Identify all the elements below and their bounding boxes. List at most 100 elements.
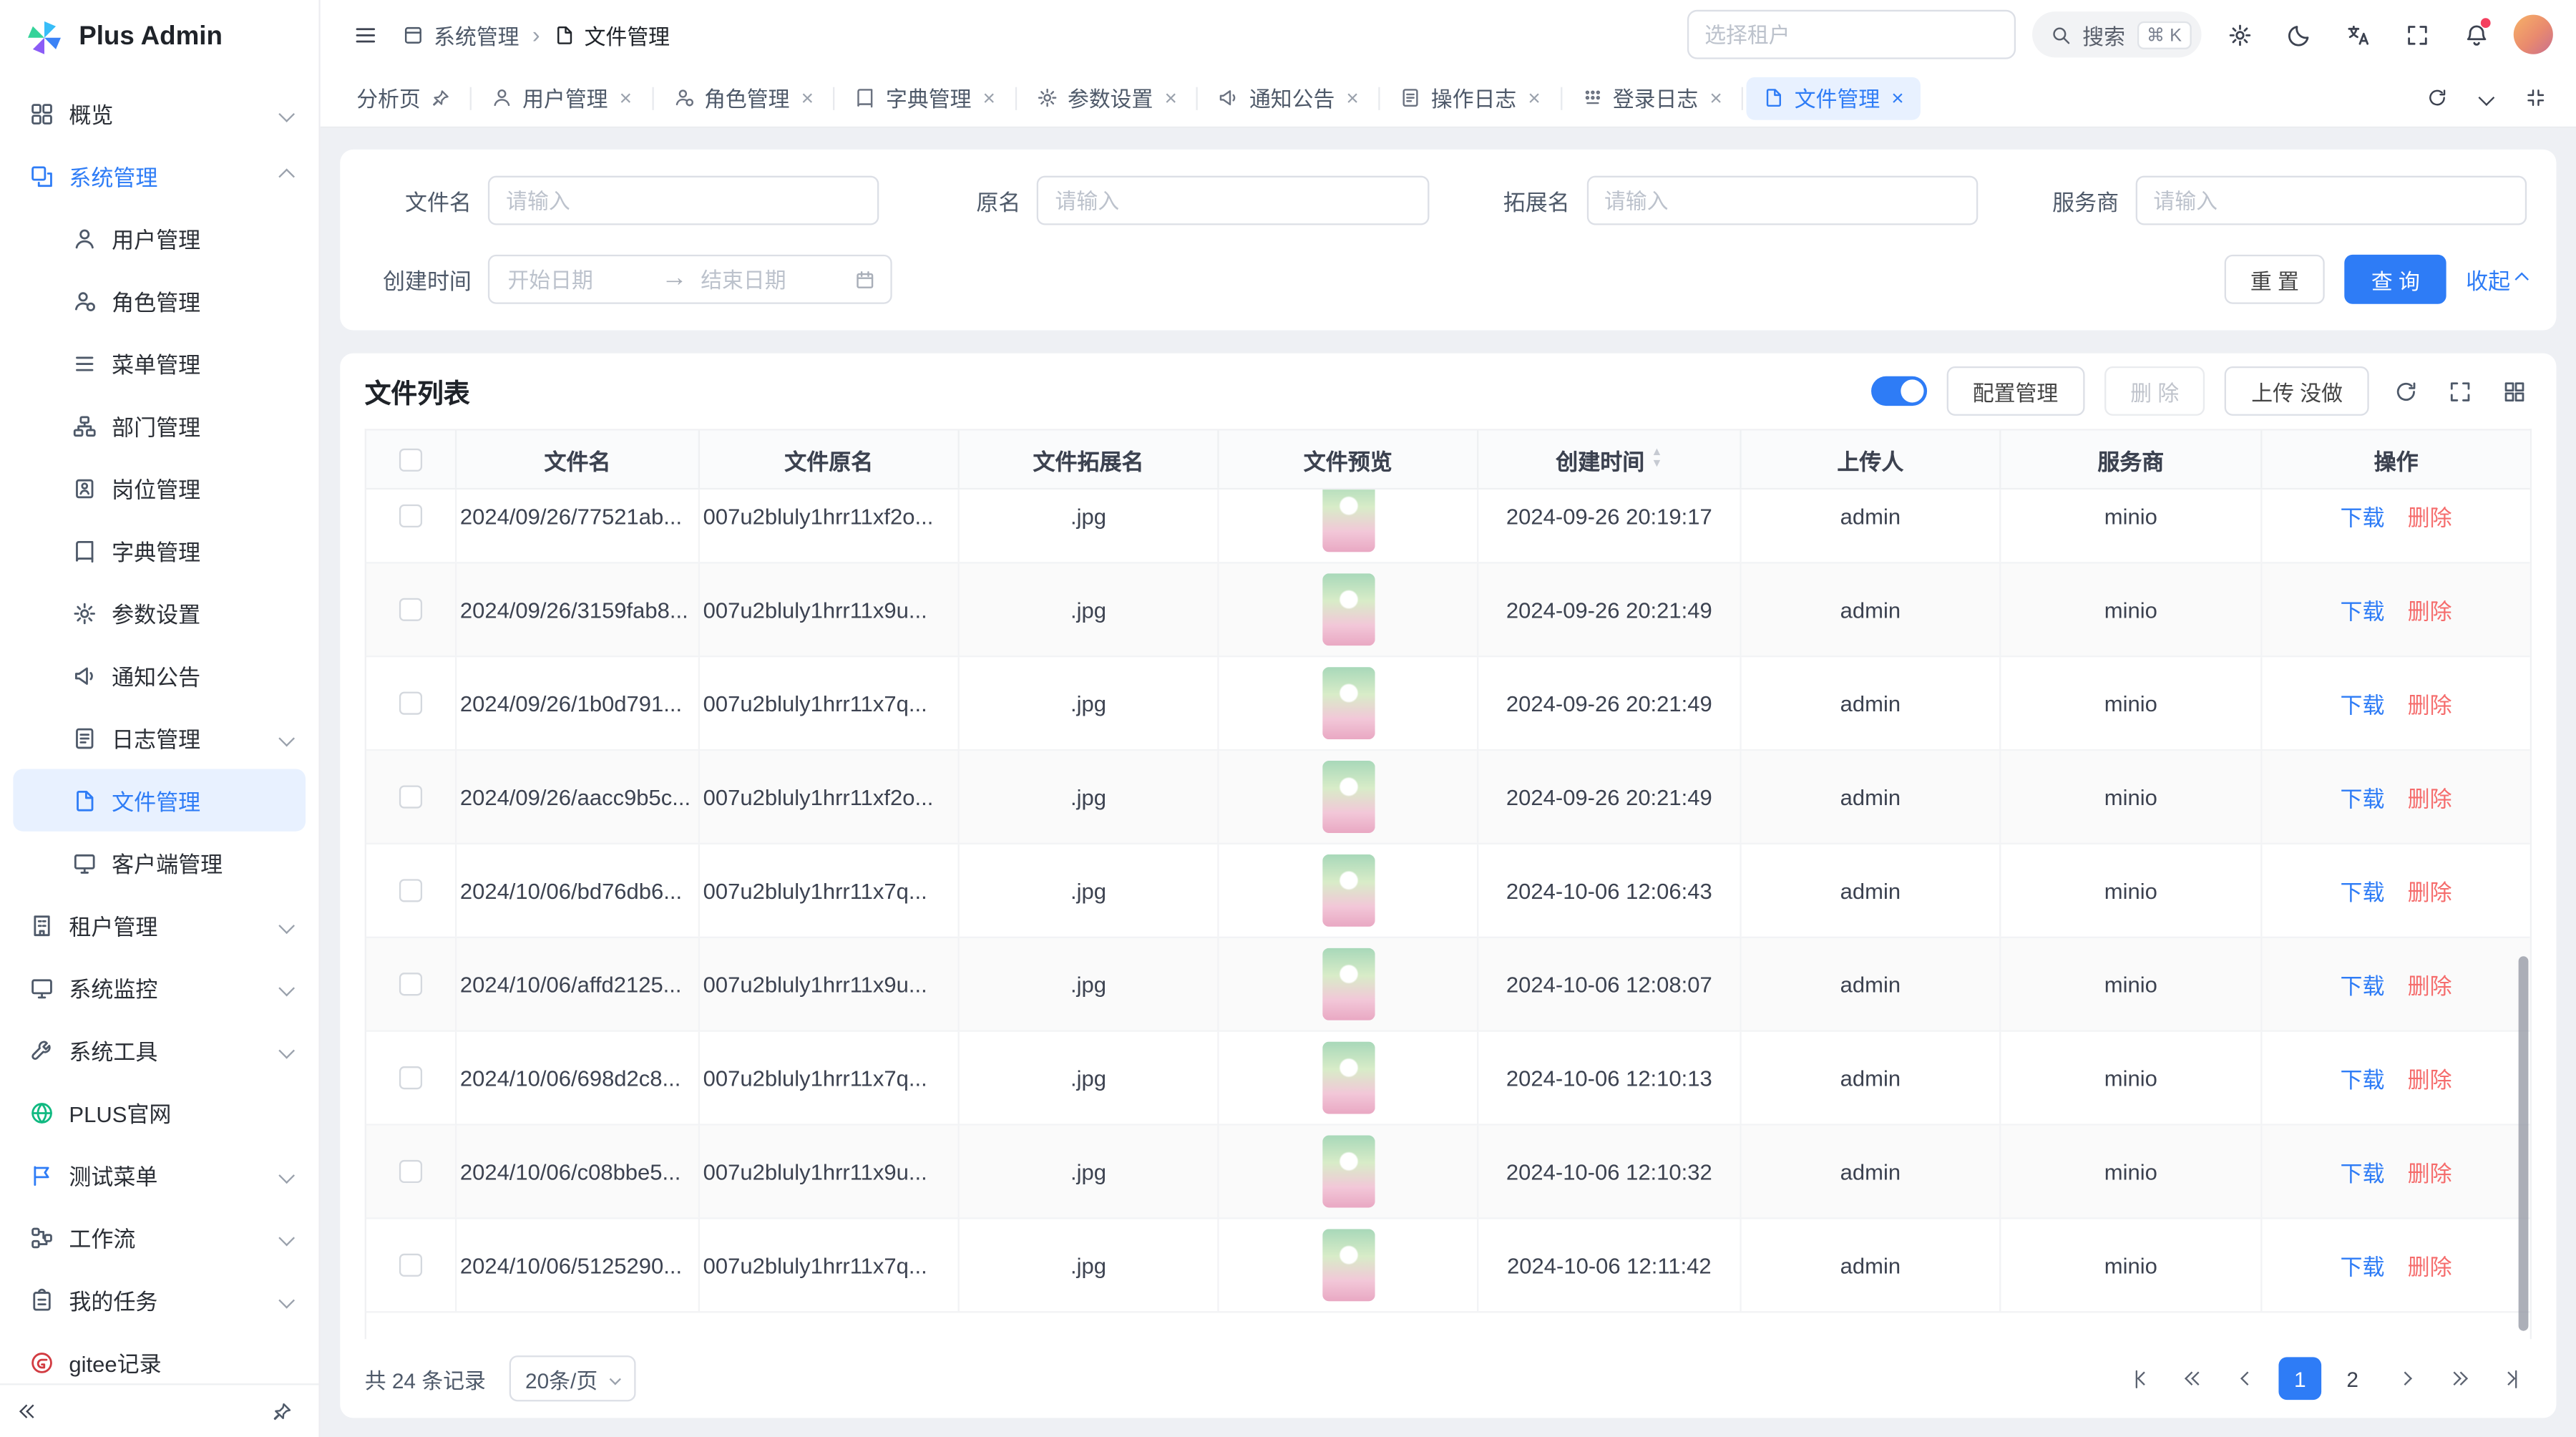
- collapse-sidebar-button[interactable]: [21, 1406, 38, 1416]
- sidebar-item-tools[interactable]: 系统工具: [0, 1018, 318, 1081]
- delete-link[interactable]: 删除: [2408, 593, 2452, 626]
- batch-delete-button[interactable]: 删 除: [2104, 366, 2205, 416]
- delete-link[interactable]: 删除: [2408, 874, 2452, 907]
- close-icon[interactable]: [983, 87, 995, 109]
- delete-link[interactable]: 删除: [2408, 1061, 2452, 1094]
- download-link[interactable]: 下载: [2341, 1061, 2385, 1094]
- row-checkbox[interactable]: [399, 1066, 422, 1089]
- sidebar-item-dictionary[interactable]: 字典管理: [0, 520, 318, 582]
- delete-link[interactable]: 删除: [2408, 500, 2452, 532]
- file-preview-thumbnail[interactable]: [1322, 573, 1374, 646]
- delete-link[interactable]: 删除: [2408, 968, 2452, 1000]
- pin-icon[interactable]: [431, 88, 451, 108]
- exit-fullscreen-icon[interactable]: [2514, 77, 2557, 120]
- settings-gear-icon[interactable]: [2218, 13, 2260, 56]
- download-link[interactable]: 下载: [2341, 500, 2385, 532]
- fullscreen-icon[interactable]: [2443, 374, 2477, 408]
- language-translate-icon[interactable]: [2336, 13, 2379, 56]
- row-checkbox[interactable]: [399, 1254, 422, 1277]
- first-page-button[interactable]: [2121, 1357, 2164, 1400]
- download-link[interactable]: 下载: [2341, 1249, 2385, 1282]
- col-create-time[interactable]: 创建时间: [1478, 431, 1741, 488]
- sidebar-item-gitee[interactable]: gitee记录: [0, 1331, 318, 1383]
- tab-dictionary[interactable]: 字典管理: [838, 77, 1011, 120]
- sidebar-item-workflow[interactable]: 工作流: [0, 1206, 318, 1268]
- original-name-input[interactable]: [1037, 176, 1428, 225]
- column-settings-icon[interactable]: [2497, 374, 2532, 408]
- close-icon[interactable]: [801, 87, 814, 109]
- tab-login-log[interactable]: 登录日志: [1565, 77, 1738, 120]
- app-logo[interactable]: Plus Admin: [0, 0, 318, 76]
- last-page-button[interactable]: [2489, 1357, 2532, 1400]
- download-link[interactable]: 下载: [2341, 781, 2385, 814]
- close-icon[interactable]: [1528, 87, 1540, 109]
- sidebar-item-users[interactable]: 用户管理: [0, 207, 318, 269]
- breadcrumb-file-mgmt[interactable]: 文件管理: [553, 19, 670, 50]
- row-checkbox[interactable]: [399, 1160, 422, 1183]
- page-2-button[interactable]: 2: [2331, 1357, 2374, 1400]
- sidebar-item-overview[interactable]: 概览: [0, 82, 318, 145]
- sidebar-item-departments[interactable]: 部门管理: [0, 394, 318, 457]
- pin-icon[interactable]: [266, 1395, 298, 1427]
- sidebar-item-files[interactable]: 文件管理: [13, 769, 306, 831]
- row-checkbox[interactable]: [399, 692, 422, 715]
- file-preview-thumbnail[interactable]: [1322, 948, 1374, 1020]
- row-checkbox[interactable]: [399, 598, 422, 621]
- upload-button[interactable]: 上传 没做: [2225, 366, 2369, 416]
- tab-analysis[interactable]: 分析页: [340, 77, 467, 120]
- file-preview-thumbnail[interactable]: [1322, 667, 1374, 739]
- row-checkbox[interactable]: [399, 879, 422, 902]
- select-all-checkbox[interactable]: [399, 448, 422, 471]
- prev-page-button[interactable]: [2226, 1357, 2269, 1400]
- prev-5-pages-button[interactable]: [2173, 1357, 2216, 1400]
- file-preview-thumbnail[interactable]: [1322, 1042, 1374, 1114]
- file-preview-thumbnail[interactable]: [1322, 1135, 1374, 1207]
- download-link[interactable]: 下载: [2341, 968, 2385, 1000]
- tab-roles[interactable]: 角色管理: [657, 77, 830, 120]
- tab-files[interactable]: 文件管理: [1747, 77, 1920, 120]
- file-name-input[interactable]: [488, 176, 879, 225]
- sidebar-item-posts[interactable]: 岗位管理: [0, 457, 318, 519]
- delete-link[interactable]: 删除: [2408, 1155, 2452, 1188]
- file-preview-thumbnail[interactable]: [1322, 489, 1374, 552]
- config-manage-button[interactable]: 配置管理: [1946, 366, 2084, 416]
- dark-mode-moon-icon[interactable]: [2277, 13, 2320, 56]
- sidebar-item-plus-website[interactable]: PLUS官网: [0, 1081, 318, 1144]
- close-icon[interactable]: [1164, 87, 1176, 109]
- file-preview-thumbnail[interactable]: [1322, 1229, 1374, 1301]
- collapse-filters-link[interactable]: 收起: [2466, 263, 2527, 296]
- provider-input[interactable]: [2135, 176, 2527, 225]
- table-scrollbar-thumb[interactable]: [2519, 957, 2529, 1330]
- row-checkbox[interactable]: [399, 973, 422, 995]
- download-link[interactable]: 下载: [2341, 874, 2385, 907]
- sidebar-item-roles[interactable]: 角色管理: [0, 270, 318, 332]
- tab-parameters[interactable]: 参数设置: [1020, 77, 1193, 120]
- next-5-pages-button[interactable]: [2436, 1357, 2479, 1400]
- tab-operation-log[interactable]: 操作日志: [1383, 77, 1556, 120]
- sidebar-item-system-mgmt[interactable]: 系统管理: [0, 145, 318, 207]
- close-icon[interactable]: [1346, 87, 1358, 109]
- page-size-select[interactable]: 20条/页: [509, 1355, 635, 1401]
- sidebar-item-notices[interactable]: 通知公告: [0, 644, 318, 706]
- sidebar-item-menus[interactable]: 菜单管理: [0, 332, 318, 394]
- breadcrumb-system-mgmt[interactable]: 系统管理: [402, 19, 519, 50]
- close-icon[interactable]: [1891, 87, 1903, 109]
- sidebar-item-clients[interactable]: 客户端管理: [0, 832, 318, 894]
- next-page-button[interactable]: [2384, 1357, 2426, 1400]
- search-button[interactable]: 查 询: [2345, 255, 2446, 304]
- file-preview-thumbnail[interactable]: [1322, 761, 1374, 833]
- page-1-button[interactable]: 1: [2278, 1357, 2321, 1400]
- sidebar-item-parameters[interactable]: 参数设置: [0, 582, 318, 644]
- notifications-bell-icon[interactable]: [2454, 13, 2497, 56]
- hamburger-menu-icon[interactable]: [343, 13, 386, 56]
- tenant-select-input[interactable]: [1687, 10, 2015, 59]
- download-link[interactable]: 下载: [2341, 593, 2385, 626]
- refresh-icon[interactable]: [2415, 77, 2458, 120]
- row-checkbox[interactable]: [399, 505, 422, 527]
- sort-icon[interactable]: [1651, 449, 1662, 469]
- fullscreen-icon[interactable]: [2395, 13, 2438, 56]
- sidebar-item-test-menu[interactable]: 测试菜单: [0, 1144, 318, 1206]
- chevron-down-icon[interactable]: [2464, 77, 2507, 120]
- delete-link[interactable]: 删除: [2408, 1249, 2452, 1282]
- reset-button[interactable]: 重 置: [2224, 255, 2325, 304]
